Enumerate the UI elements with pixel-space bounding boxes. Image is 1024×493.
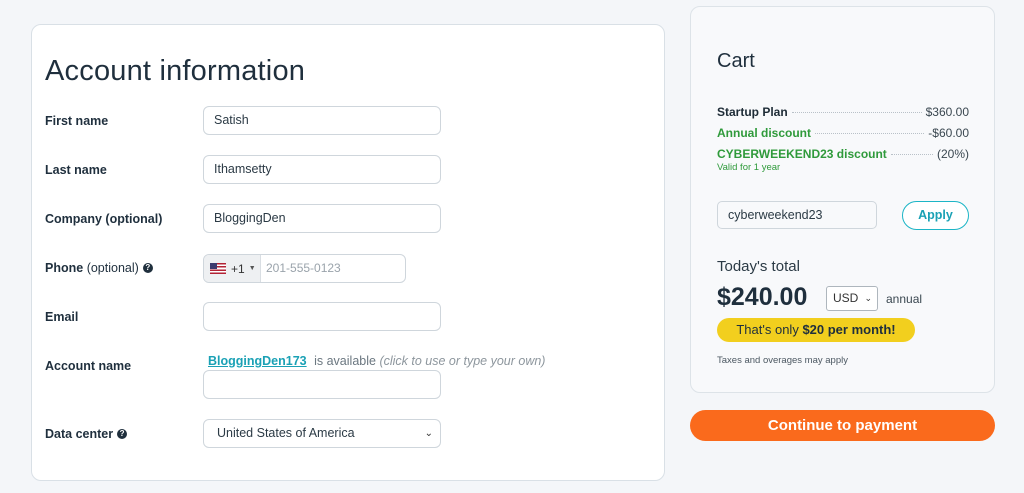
cart-title: Cart bbox=[717, 50, 755, 72]
available-text: is available bbox=[314, 354, 376, 368]
account-name-field[interactable] bbox=[203, 370, 441, 399]
company-label: Company (optional) bbox=[45, 212, 163, 226]
account-availability: BloggingDen173 is available (click to us… bbox=[208, 354, 545, 368]
first-name-field[interactable]: Satish bbox=[203, 106, 441, 135]
cart-line-item: CYBERWEEKEND23 discount (20%) bbox=[717, 147, 969, 161]
monthly-value: $20 per month! bbox=[802, 322, 896, 337]
line-item-name: Startup Plan bbox=[717, 105, 788, 119]
caret-down-icon: ▼ bbox=[248, 265, 256, 272]
first-name-label: First name bbox=[45, 114, 109, 128]
currency-value: USD bbox=[833, 291, 859, 305]
cart-panel: Cart Startup Plan $360.00 Annual discoun… bbox=[690, 6, 995, 393]
dotted-leader bbox=[815, 133, 925, 134]
currency-select[interactable]: USD ⌄ bbox=[826, 286, 878, 311]
data-center-select[interactable]: United States of America ⌄ bbox=[203, 419, 441, 448]
line-item-amount: -$60.00 bbox=[928, 126, 969, 140]
phone-input-group: +1 ▼ 201-555-0123 bbox=[203, 254, 406, 283]
email-field[interactable] bbox=[203, 302, 441, 331]
phone-label: Phone (optional)? bbox=[45, 261, 153, 275]
phone-label-text: Phone bbox=[45, 261, 84, 275]
line-item-name: Annual discount bbox=[717, 126, 811, 140]
company-field[interactable]: BloggingDen bbox=[203, 204, 441, 233]
dotted-leader bbox=[791, 112, 922, 113]
line-item-amount: (20%) bbox=[936, 147, 969, 161]
coupon-field[interactable]: cyberweekend23 bbox=[717, 201, 877, 229]
last-name-field[interactable]: Ithamsetty bbox=[203, 155, 441, 184]
data-center-value: United States of America bbox=[217, 426, 355, 440]
dotted-leader bbox=[890, 154, 933, 155]
coupon-validity-note: Valid for 1 year bbox=[717, 162, 781, 173]
account-info-card: Account information First name Satish La… bbox=[31, 24, 665, 481]
phone-optional-text: (optional) bbox=[86, 261, 139, 275]
line-item-name: CYBERWEEKEND23 discount bbox=[717, 147, 887, 161]
account-name-label: Account name bbox=[45, 359, 132, 373]
account-hint: (click to use or type your own) bbox=[379, 354, 546, 368]
monthly-price-badge: That's only $20 per month! bbox=[717, 318, 915, 342]
todays-total-label: Today's total bbox=[717, 258, 800, 275]
phone-field[interactable]: 201-555-0123 bbox=[261, 255, 341, 282]
chevron-down-icon: ⌄ bbox=[424, 428, 433, 439]
tax-note: Taxes and overages may apply bbox=[717, 355, 848, 366]
page-title: Account information bbox=[45, 55, 306, 87]
chevron-down-icon: ⌄ bbox=[864, 293, 872, 303]
us-flag-icon bbox=[210, 263, 226, 274]
account-suggestion-link[interactable]: BloggingDen173 bbox=[208, 354, 307, 368]
last-name-label: Last name bbox=[45, 163, 107, 177]
monthly-prefix: That's only bbox=[736, 322, 803, 337]
cart-line-item: Annual discount -$60.00 bbox=[717, 126, 969, 140]
data-center-label: Data center? bbox=[45, 427, 128, 441]
apply-button[interactable]: Apply bbox=[902, 201, 969, 230]
email-label: Email bbox=[45, 310, 79, 324]
help-icon[interactable]: ? bbox=[117, 428, 128, 439]
country-code: +1 bbox=[231, 261, 245, 276]
line-item-amount: $360.00 bbox=[925, 105, 969, 119]
cart-line-item: Startup Plan $360.00 bbox=[717, 105, 969, 119]
help-icon[interactable]: ? bbox=[142, 262, 153, 273]
billing-period: annual bbox=[886, 292, 923, 306]
data-center-label-text: Data center bbox=[45, 427, 114, 441]
total-amount: $240.00 bbox=[717, 283, 808, 311]
country-code-select[interactable]: +1 ▼ bbox=[204, 255, 261, 282]
continue-to-payment-button[interactable]: Continue to payment bbox=[690, 410, 995, 441]
